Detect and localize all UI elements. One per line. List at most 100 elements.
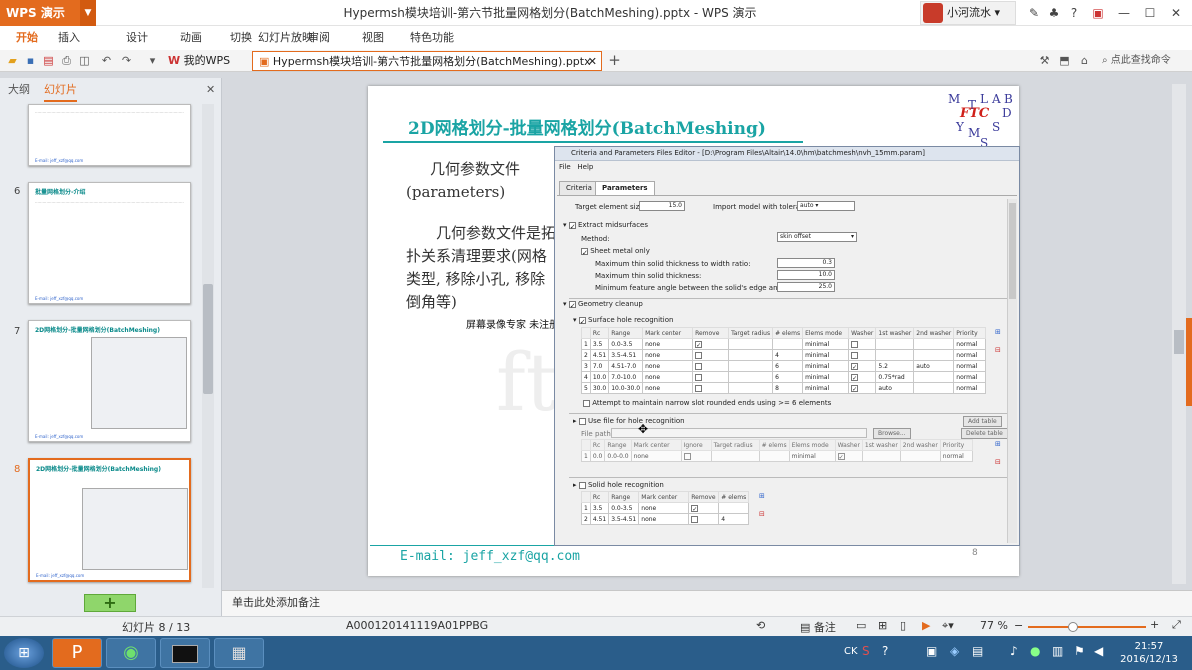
import-tol-select[interactable]: auto ▾ <box>797 201 855 211</box>
clock[interactable]: 21:57 2016/12/13 <box>1112 640 1186 666</box>
cell[interactable]: auto <box>875 382 915 394</box>
add-row-icon[interactable]: ⊞ <box>995 440 1001 448</box>
checkbox-icon[interactable] <box>851 340 859 348</box>
menu-slideshow[interactable]: 幻灯片放映 <box>258 26 313 50</box>
cell[interactable] <box>718 502 750 514</box>
menu-features[interactable]: 特色功能 <box>410 26 454 50</box>
checkbox-icon[interactable] <box>695 373 703 381</box>
ime-indicator[interactable]: CK <box>844 646 858 657</box>
scroll-thumb[interactable] <box>203 284 213 394</box>
checkbox-icon[interactable] <box>691 515 699 523</box>
cell[interactable]: minimal <box>802 382 850 394</box>
cell[interactable]: 4 <box>772 349 804 361</box>
cell[interactable] <box>772 338 804 350</box>
add-slide-button[interactable]: + <box>84 594 136 612</box>
slide-thumb-5[interactable]: ........................................… <box>28 104 191 166</box>
cell-checkbox[interactable] <box>692 360 730 372</box>
chevron-down-icon[interactable]: ▾ <box>144 52 161 69</box>
zoom-value[interactable]: 77 % <box>980 619 1008 632</box>
checkbox-icon[interactable] <box>695 362 703 370</box>
menu-transition[interactable]: 切换 <box>230 26 252 50</box>
cell[interactable]: 6 <box>772 360 804 372</box>
menu-view[interactable]: 视图 <box>362 26 384 50</box>
cell[interactable]: 6 <box>772 371 804 383</box>
cell[interactable]: 0.0 <box>589 450 606 462</box>
delete-row-icon[interactable]: ⊟ <box>995 458 1001 466</box>
cell[interactable]: 4.51 <box>589 349 610 361</box>
cell[interactable]: none <box>642 349 694 361</box>
cell[interactable]: normal <box>953 360 987 372</box>
volume-icon[interactable]: ♪ <box>1010 644 1018 658</box>
checkbox-checked-icon[interactable]: ✓ <box>578 316 586 326</box>
flag-icon[interactable]: ⚑ <box>1074 644 1085 658</box>
cell[interactable] <box>913 338 955 350</box>
menu-design[interactable]: 设计 <box>126 26 148 50</box>
location-icon[interactable]: ⌖▾ <box>942 619 954 633</box>
menu-animation[interactable]: 动画 <box>180 26 202 50</box>
scroll-thumb[interactable] <box>1009 203 1016 299</box>
checkbox-checked-icon[interactable]: ✓ <box>851 384 859 393</box>
file-path-input[interactable] <box>611 428 867 438</box>
cell-checkbox[interactable] <box>692 349 730 361</box>
checkbox-checked-icon[interactable]: ✓ <box>837 452 845 461</box>
browse-button[interactable]: Browse... <box>873 428 911 439</box>
checkbox-icon[interactable] <box>583 399 590 407</box>
tab-criteria[interactable]: Criteria <box>559 181 599 195</box>
cell[interactable]: 4.51 <box>589 513 610 525</box>
play-icon[interactable]: ▶ <box>922 619 930 632</box>
scroll-thumb[interactable] <box>1174 330 1184 354</box>
app-menu-button[interactable]: WPS 演示 ▼ <box>0 0 96 26</box>
checkbox-checked-icon[interactable]: ✓ <box>851 373 859 382</box>
speaker-icon[interactable]: ◀ <box>1094 644 1103 658</box>
save-icon[interactable]: ▪ <box>22 52 39 69</box>
geometry-cleanup[interactable]: ▾ ✓ Geometry cleanup <box>563 300 643 310</box>
skin-icon[interactable]: ✎ <box>1024 3 1044 23</box>
extract-midsurfaces[interactable]: ▾ ✓ Extract midsurfaces <box>563 221 648 231</box>
taskbar-recorder[interactable]: ▦ <box>214 638 264 668</box>
cell[interactable] <box>913 371 955 383</box>
cell[interactable] <box>728 360 774 372</box>
cell-checkbox[interactable] <box>680 450 712 462</box>
chevron-down-icon[interactable]: ▼ <box>80 0 96 26</box>
table-row[interactable]: 2 4.51 3.5-4.51 none 4 <box>581 513 750 525</box>
tab-mywps[interactable]: W 我的WPS <box>162 51 236 71</box>
checkbox-checked-icon[interactable]: ✓ <box>851 362 859 371</box>
cell-checkbox[interactable] <box>688 513 720 525</box>
checkbox-icon[interactable] <box>578 481 586 489</box>
angle-input[interactable]: 25.0 <box>777 282 835 292</box>
cell[interactable]: 4 <box>718 513 750 525</box>
open-folder-icon[interactable]: ▰ <box>4 52 21 69</box>
checkbox-icon[interactable] <box>695 351 703 359</box>
fit-window-icon[interactable]: ⤢ <box>1172 618 1181 632</box>
cell[interactable]: minimal <box>802 338 850 350</box>
cell[interactable]: normal <box>953 371 987 383</box>
cell[interactable]: none <box>630 450 682 462</box>
user-account[interactable]: 小河流水 ▾ <box>920 1 1016 25</box>
delete-row-icon[interactable]: ⊟ <box>995 346 1001 354</box>
dialog-menu-file[interactable]: File <box>559 163 571 171</box>
cell[interactable]: 8 <box>772 382 804 394</box>
taskbar-browser[interactable]: ◉ <box>106 638 156 668</box>
cell[interactable]: normal <box>939 450 973 462</box>
sorter-view-icon[interactable]: ⊞ <box>878 619 887 632</box>
checkbox-checked-icon[interactable]: ✓ <box>568 300 576 310</box>
table-row[interactable]: 2 4.51 3.5-4.51 none 4 minimal normal <box>581 349 987 361</box>
add-table-button[interactable]: Add table <box>963 416 1002 427</box>
redo-icon[interactable]: ↷ <box>118 52 135 69</box>
cell[interactable] <box>728 338 774 350</box>
cell[interactable] <box>913 382 955 394</box>
cell[interactable] <box>875 338 915 350</box>
checkbox-icon[interactable] <box>578 417 586 425</box>
minimize-icon[interactable]: — <box>1114 3 1134 23</box>
cell[interactable] <box>728 382 774 394</box>
pin-icon[interactable]: ⌂ <box>1076 52 1093 69</box>
cell-checkbox[interactable]: ✓ <box>848 382 877 394</box>
zoom-slider-thumb[interactable] <box>1068 622 1078 632</box>
table-row[interactable]: 5 30.0 10.0-30.0 none 8 minimal ✓ auto normal <box>581 382 987 394</box>
slide-thumb-8-selected[interactable]: 2D网格划分-批量网格划分(BatchMeshing) E-mail: jeff… <box>28 458 191 582</box>
table-row[interactable]: 3 7.0 4.51-7.0 none 6 minimal ✓ 5.2 auto normal <box>581 360 987 372</box>
command-search[interactable]: ⌕ 点此查找命令 <box>1102 52 1188 69</box>
close-tab-icon[interactable]: ✕ <box>588 52 597 72</box>
notes-toggle[interactable]: ▤ 备注 <box>800 619 836 635</box>
help-icon[interactable]: ? <box>1064 3 1084 23</box>
